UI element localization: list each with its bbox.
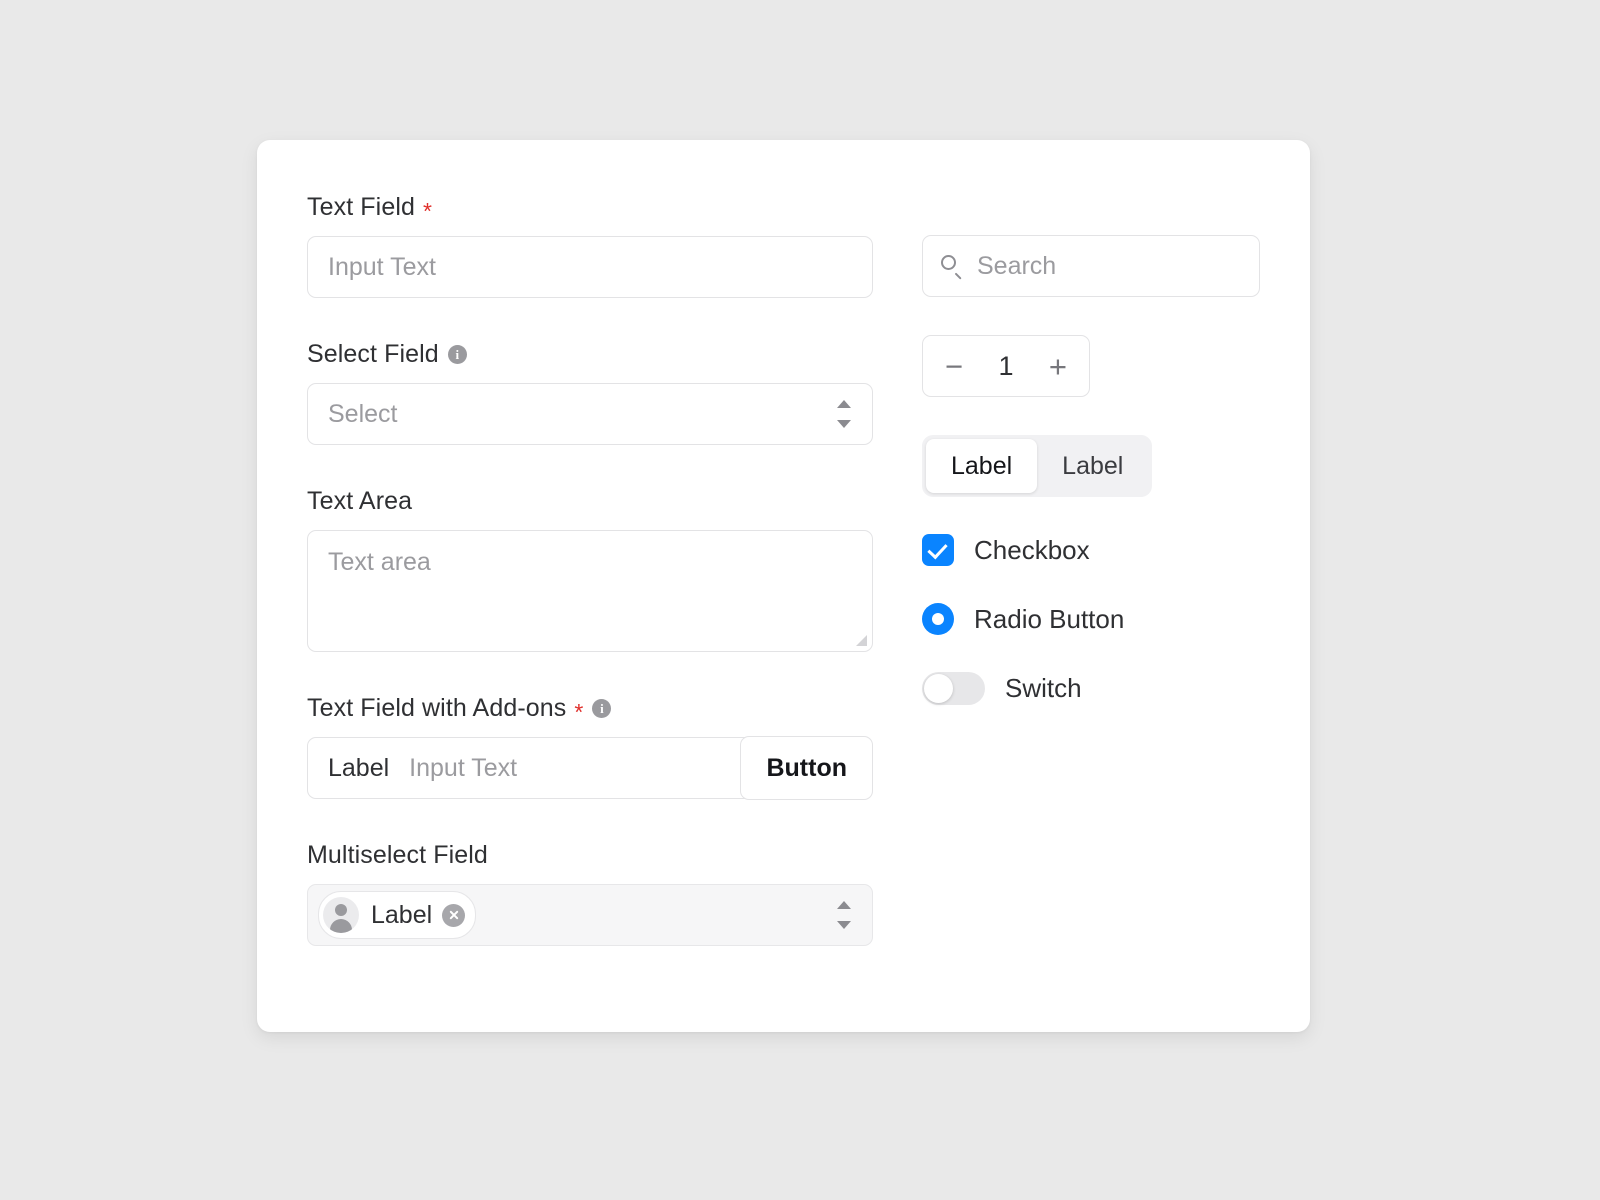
segmented-option-2[interactable]: Label [1037,439,1148,493]
resize-handle-icon[interactable] [856,635,867,646]
text-field-label-text: Text Field [307,193,415,221]
switch-knob [924,674,953,703]
text-area-input[interactable]: Text area [307,530,873,652]
info-icon[interactable] [447,345,467,364]
text-area-label-text: Text Area [307,487,413,515]
radio-label: Radio Button [974,603,1125,634]
required-asterisk: * [574,699,584,725]
close-circle-icon[interactable] [442,903,466,927]
text-field-input[interactable]: Input Text [307,236,873,298]
multiselect-input[interactable]: Label [307,884,873,946]
addon-field-wrapper: Label Input Text Button [307,736,873,800]
stepper-decrement-button[interactable]: − [945,351,963,382]
segmented-control: Label Label [922,435,1153,497]
field-multiselect: Multiselect Field Label [307,843,873,946]
field-text-field-addons: Text Field with Add-ons * Label Input Te… [307,694,873,800]
search-placeholder: Search [977,251,1057,280]
text-field-placeholder: Input Text [328,252,436,281]
field-text-area: Text Area Text area [307,489,873,652]
required-asterisk: * [422,198,433,224]
multiselect-label-text: Multiselect Field [307,841,488,869]
text-field-addons-label-text: Text Field with Add-ons [307,694,567,722]
segmented-option-1[interactable]: Label [926,439,1038,493]
checkbox-label: Checkbox [974,534,1090,565]
switch-row[interactable]: Switch [922,672,1272,705]
radio-row[interactable]: Radio Button [922,603,1272,635]
radio-selected-icon[interactable] [922,603,954,635]
addon-button[interactable]: Button [740,736,873,800]
addon-field-placeholder: Input Text [409,753,518,782]
select-field-label: Select Field [307,342,873,367]
left-column: Text Field * Input Text Select Field Sel… [307,195,873,946]
chevron-up-down-icon [837,399,851,429]
multiselect-chip[interactable]: Label [318,891,477,939]
text-area-label: Text Area [307,489,873,514]
text-field-addons-label: Text Field with Add-ons * [307,694,873,725]
info-icon[interactable] [592,699,612,718]
stepper-value: 1 [998,350,1014,381]
multiselect-label: Multiselect Field [307,843,873,868]
person-avatar-icon [323,897,359,933]
text-field-label: Text Field * [307,193,873,224]
field-select-field: Select Field Select [307,342,873,445]
switch-label: Switch [1005,673,1082,703]
right-column: Search − 1 + Label Label Checkbox Radio … [922,235,1272,705]
addon-prefix-label: Label [328,753,390,782]
select-field-input[interactable]: Select [307,383,873,445]
search-input[interactable]: Search [922,235,1260,297]
field-text-field: Text Field * Input Text [307,195,873,298]
quantity-stepper: − 1 + [922,335,1090,397]
select-field-label-text: Select Field [307,340,439,368]
text-area-placeholder: Text area [328,548,431,576]
chevron-up-down-icon [837,900,851,930]
search-icon [941,255,963,277]
checkbox-row[interactable]: Checkbox [922,534,1272,566]
stepper-increment-button[interactable]: + [1049,351,1067,382]
form-components-card: Text Field * Input Text Select Field Sel… [257,140,1310,1032]
multiselect-chip-label: Label [371,900,433,929]
checkbox-checked-icon[interactable] [922,534,954,566]
switch-toggle[interactable] [922,672,985,705]
select-field-placeholder: Select [328,399,398,428]
